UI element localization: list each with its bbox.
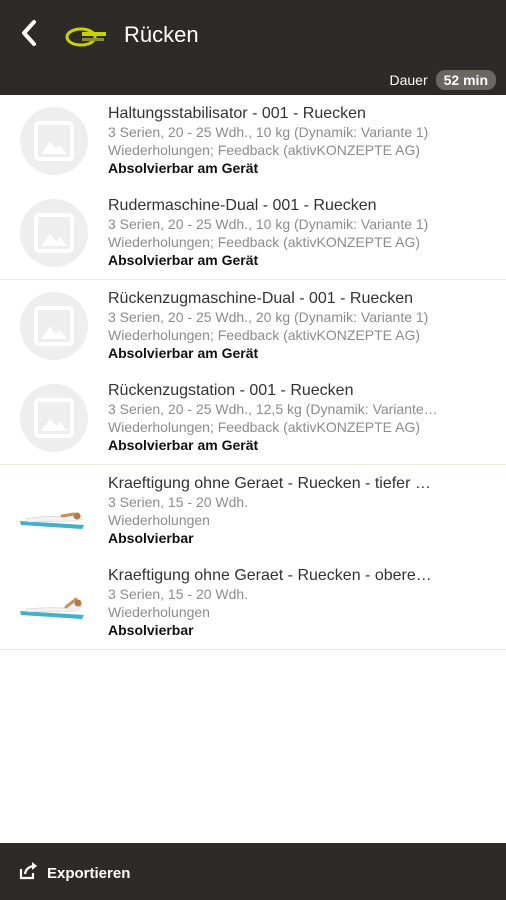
exercise-group: Haltungsstabilisator - 001 - Ruecken 3 S… xyxy=(0,95,506,280)
exercise-status: Absolvierbar xyxy=(108,622,194,638)
exercise-name: Kraeftigung ohne Geraet - Ruecken - ober… xyxy=(108,567,432,584)
image-placeholder-icon xyxy=(20,107,88,175)
footer-bar: Exportieren xyxy=(0,843,506,900)
image-placeholder-icon xyxy=(20,199,88,267)
exercise-name: Rudermaschine-Dual - 001 - Ruecken xyxy=(108,197,377,214)
exercise-feedback: Wiederholungen xyxy=(108,512,210,528)
exercise-status: Absolvierbar am Gerät xyxy=(108,160,259,176)
exercise-item[interactable]: Kraeftigung ohne Geraet - Ruecken - ober… xyxy=(0,557,506,649)
exercise-details: 3 Serien, 20 - 25 Wdh., 20 kg (Dynamik: … xyxy=(108,309,429,325)
share-export-icon xyxy=(18,861,38,886)
exercise-details: 3 Serien, 15 - 20 Wdh. xyxy=(108,586,249,602)
back-button[interactable] xyxy=(12,18,46,52)
export-button[interactable]: Exportieren xyxy=(18,861,130,886)
exercise-feedback: Wiederholungen; Feedback (aktivKONZEPTE … xyxy=(108,419,421,435)
page-title: Rücken xyxy=(124,22,199,47)
exercise-feedback: Wiederholungen xyxy=(108,604,210,620)
exercise-name: Haltungsstabilisator - 001 - Ruecken xyxy=(108,105,366,122)
exercise-status: Absolvierbar am Gerät xyxy=(108,252,259,268)
exercise-status: Absolvierbar xyxy=(108,530,194,546)
image-placeholder-icon xyxy=(20,292,88,360)
app-header: Rücken Dauer 52 min xyxy=(0,0,506,95)
exercise-photo-icon xyxy=(16,571,90,635)
exercise-group: Kraeftigung ohne Geraet - Ruecken - tief… xyxy=(0,465,506,650)
brand-logo-icon xyxy=(64,23,108,49)
export-label: Exportieren xyxy=(47,865,131,882)
exercise-feedback: Wiederholungen; Feedback (aktivKONZEPTE … xyxy=(108,327,421,343)
exercise-feedback: Wiederholungen; Feedback (aktivKONZEPTE … xyxy=(108,142,421,158)
exercise-item[interactable]: Rückenzugstation - 001 - Ruecken 3 Serie… xyxy=(0,372,506,464)
exercise-details: 3 Serien, 20 - 25 Wdh., 10 kg (Dynamik: … xyxy=(108,216,429,232)
chevron-left-icon xyxy=(18,18,40,53)
duration-badge: 52 min xyxy=(435,70,496,90)
exercise-group: Rückenzugmaschine-Dual - 001 - Ruecken 3… xyxy=(0,280,506,465)
exercise-name: Kraeftigung ohne Geraet - Ruecken - tief… xyxy=(108,475,431,492)
exercise-status: Absolvierbar am Gerät xyxy=(108,345,259,361)
duration-label: Dauer xyxy=(389,72,428,88)
image-placeholder-icon xyxy=(20,384,88,452)
exercise-feedback: Wiederholungen; Feedback (aktivKONZEPTE … xyxy=(108,234,421,250)
exercise-item[interactable]: Haltungsstabilisator - 001 - Ruecken 3 S… xyxy=(0,95,506,187)
exercise-details: 3 Serien, 20 - 25 Wdh., 10 kg (Dynamik: … xyxy=(108,124,429,140)
exercise-photo-icon xyxy=(16,479,90,543)
exercise-name: Rückenzugstation - 001 - Ruecken xyxy=(108,382,354,399)
exercise-item[interactable]: Kraeftigung ohne Geraet - Ruecken - tief… xyxy=(0,465,506,557)
exercise-item[interactable]: Rückenzugmaschine-Dual - 001 - Ruecken 3… xyxy=(0,280,506,372)
exercise-status: Absolvierbar am Gerät xyxy=(108,437,259,453)
exercise-list: Haltungsstabilisator - 001 - Ruecken 3 S… xyxy=(0,95,506,650)
duration-indicator: Dauer 52 min xyxy=(389,70,496,90)
exercise-details: 3 Serien, 20 - 25 Wdh., 12,5 kg (Dynamik… xyxy=(108,401,438,417)
exercise-details: 3 Serien, 15 - 20 Wdh. xyxy=(108,494,249,510)
exercise-name: Rückenzugmaschine-Dual - 001 - Ruecken xyxy=(108,290,414,307)
exercise-item[interactable]: Rudermaschine-Dual - 001 - Ruecken 3 Ser… xyxy=(0,187,506,279)
